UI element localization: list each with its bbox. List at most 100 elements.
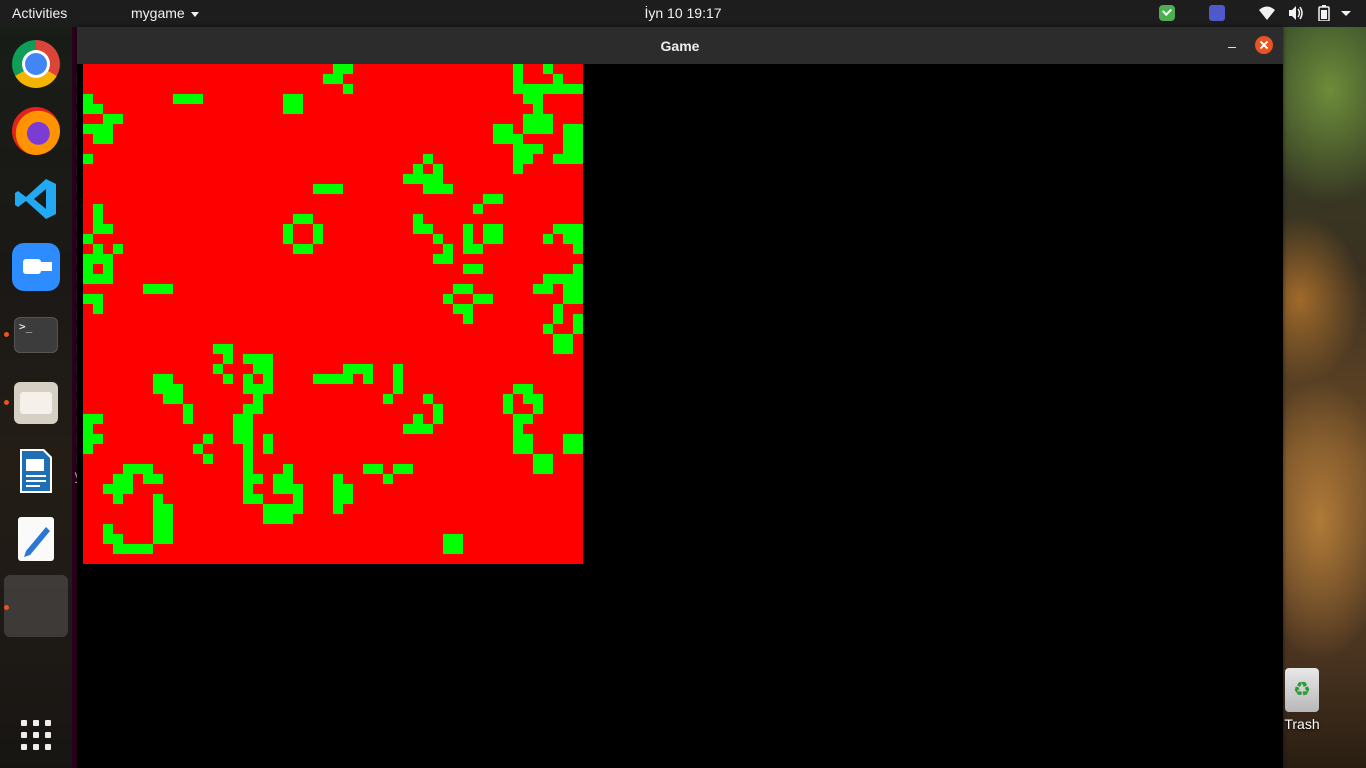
app-menu[interactable]: mygame (131, 5, 199, 21)
alive-cell (573, 84, 583, 94)
alive-cell (523, 154, 533, 164)
alive-cell (533, 394, 543, 404)
libreoffice-writer-icon[interactable] (12, 447, 60, 495)
zoom-icon[interactable] (12, 243, 60, 291)
alive-cell (333, 494, 343, 504)
alive-cell (233, 414, 243, 424)
alive-cell (563, 334, 573, 344)
alive-cell (473, 244, 483, 254)
alive-cell (563, 234, 573, 244)
alive-cell (103, 134, 113, 144)
alive-cell (523, 144, 533, 154)
text-editor-icon[interactable] (12, 515, 60, 563)
alive-cell (283, 94, 293, 104)
alive-cell (293, 94, 303, 104)
alive-cell (143, 284, 153, 294)
alive-cell (113, 114, 123, 124)
vscode-icon[interactable] (12, 175, 60, 223)
alive-cell (443, 534, 453, 544)
app-menu-label: mygame (131, 5, 185, 21)
alive-cell (313, 374, 323, 384)
alive-cell (513, 64, 523, 74)
alive-cell (113, 534, 123, 544)
alive-cell (443, 544, 453, 554)
alive-cell (573, 314, 583, 324)
alive-cell (563, 274, 573, 284)
alive-cell (533, 464, 543, 474)
alive-cell (283, 234, 293, 244)
alive-cell (103, 524, 113, 534)
alive-cell (223, 374, 233, 384)
wifi-icon[interactable] (1258, 5, 1276, 21)
alive-cell (573, 444, 583, 454)
volume-icon[interactable] (1287, 5, 1305, 21)
alive-cell (563, 134, 573, 144)
alive-cell (543, 124, 553, 134)
shield-check-icon[interactable] (1159, 5, 1175, 21)
game-canvas[interactable] (77, 64, 1283, 768)
alive-cell (523, 394, 533, 404)
alive-cell (283, 104, 293, 114)
alive-cell (413, 224, 423, 234)
alive-cell (93, 214, 103, 224)
files-icon[interactable] (14, 382, 58, 424)
minimize-button[interactable] (1225, 38, 1239, 52)
alive-cell (153, 534, 163, 544)
alive-cell (253, 494, 263, 504)
alive-cell (543, 274, 553, 284)
alive-cell (543, 464, 553, 474)
alive-cell (273, 474, 283, 484)
alive-cell (533, 104, 543, 114)
chevron-down-icon[interactable] (1339, 5, 1353, 21)
alive-cell (533, 94, 543, 104)
window-titlebar[interactable]: Game (77, 27, 1283, 65)
alive-cell (243, 494, 253, 504)
alive-cell (193, 94, 203, 104)
alive-cell (243, 434, 253, 444)
alive-cell (553, 334, 563, 344)
alive-cell (553, 304, 563, 314)
alive-cell (473, 264, 483, 274)
alive-cell (153, 504, 163, 514)
alive-cell (343, 364, 353, 374)
firefox-icon[interactable] (12, 107, 60, 155)
alive-cell (573, 264, 583, 274)
alive-cell (93, 254, 103, 264)
chrome-icon[interactable] (12, 40, 60, 88)
alive-cell (333, 504, 343, 514)
alive-cell (413, 164, 423, 174)
terminal-icon[interactable]: >_ (14, 317, 58, 353)
alive-cell (483, 194, 493, 204)
alive-cell (523, 444, 533, 454)
alive-cell (563, 444, 573, 454)
alive-cell (133, 544, 143, 554)
close-button[interactable] (1255, 36, 1273, 54)
alive-cell (573, 294, 583, 304)
alive-cell (513, 84, 523, 94)
alive-cell (543, 454, 553, 464)
alive-cell (293, 494, 303, 504)
alive-cell (523, 114, 533, 124)
alive-cell (173, 94, 183, 104)
trash[interactable]: Trash (1280, 668, 1324, 732)
show-applications-icon[interactable] (12, 713, 60, 761)
mygame-app-icon[interactable] (4, 575, 68, 637)
alive-cell (393, 364, 403, 374)
activities-button[interactable]: Activities (12, 5, 67, 21)
alive-cell (433, 184, 443, 194)
clock[interactable]: İyn 10 19:17 (644, 5, 721, 21)
alive-cell (103, 534, 113, 544)
battery-icon[interactable] (1318, 5, 1330, 22)
alive-cell (153, 384, 163, 394)
alive-cell (553, 314, 563, 324)
alive-cell (573, 124, 583, 134)
alive-cell (363, 364, 373, 374)
alive-cell (483, 224, 493, 234)
alive-cell (83, 154, 93, 164)
alive-cell (243, 354, 253, 364)
game-board[interactable] (83, 64, 583, 564)
alive-cell (123, 544, 133, 554)
teams-icon[interactable] (1209, 5, 1225, 21)
alive-cell (543, 284, 553, 294)
alive-cell (333, 484, 343, 494)
